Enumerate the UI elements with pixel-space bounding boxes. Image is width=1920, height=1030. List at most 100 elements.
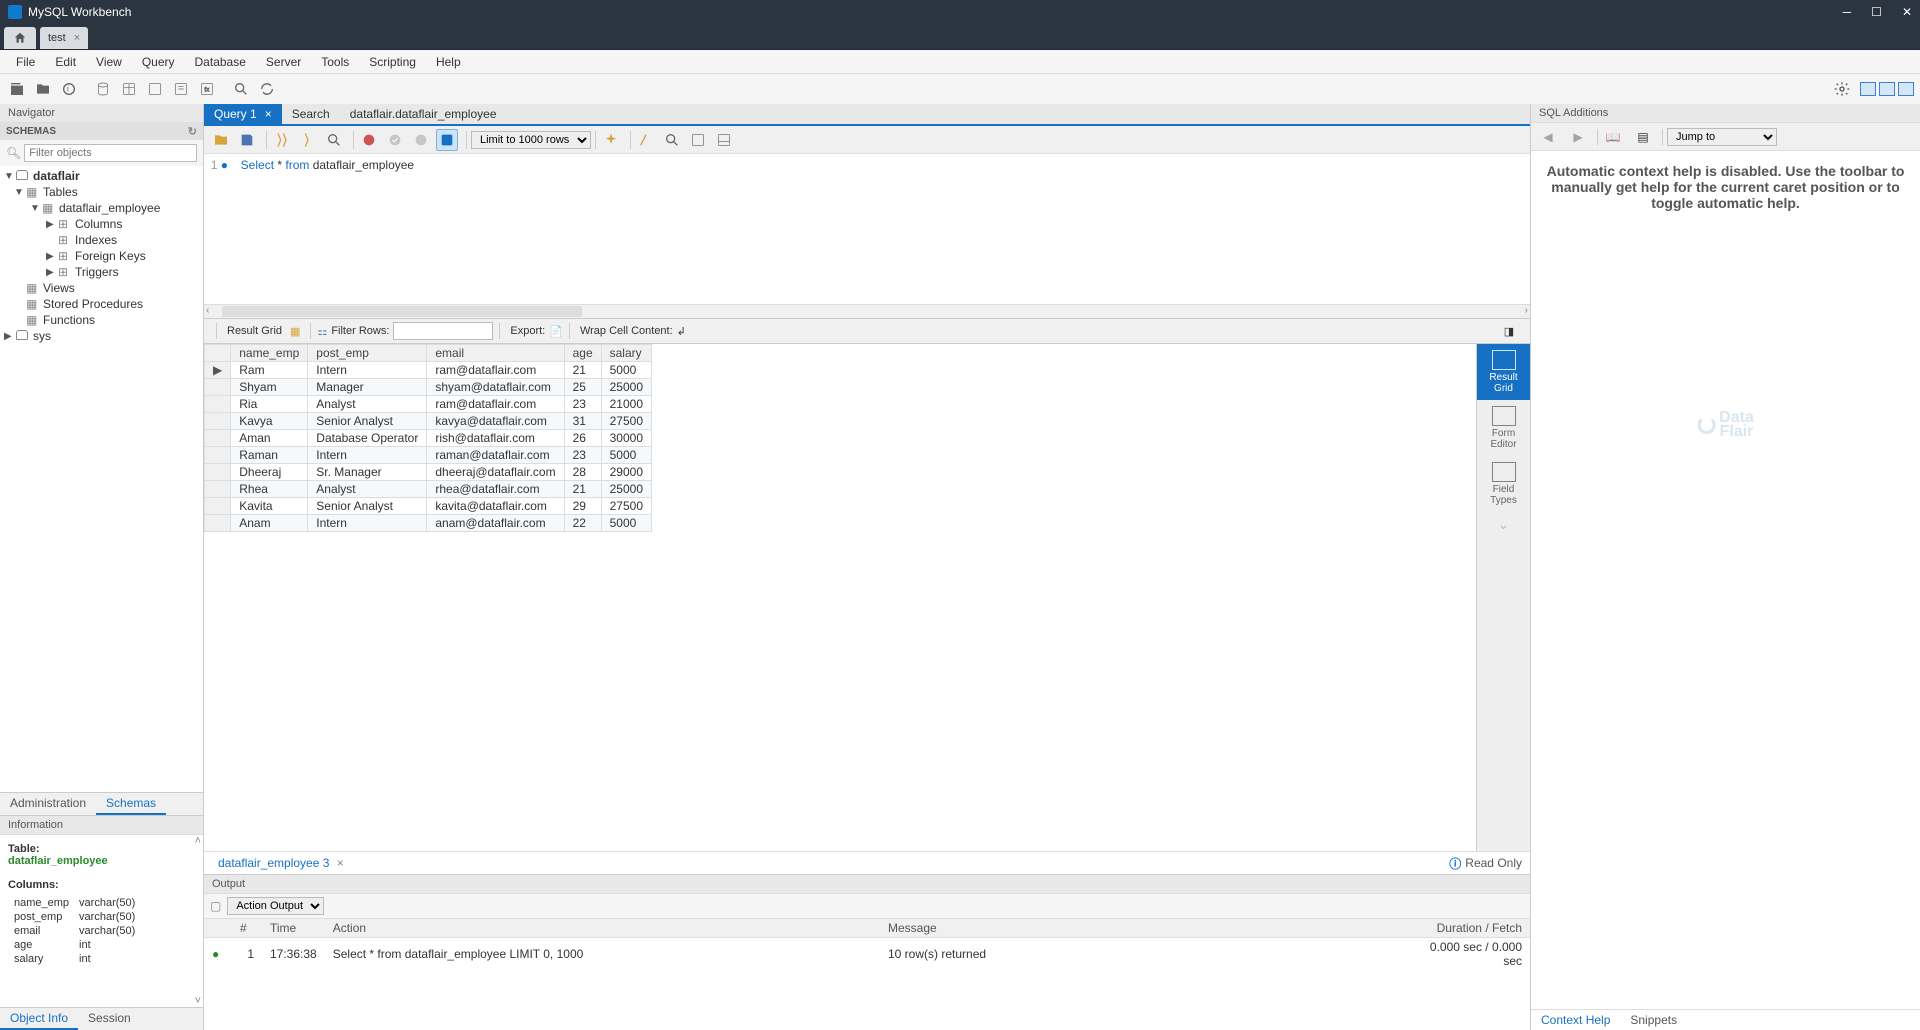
result-tab[interactable]: dataflair_employee 3 × [212, 854, 350, 872]
tree-columns[interactable]: ▶⊞Columns [0, 216, 203, 232]
new-sql-tab-icon[interactable] [6, 78, 28, 100]
sql-editor[interactable]: 1 ● Select * from dataflair_employee [204, 154, 1530, 304]
rollback-icon[interactable] [410, 129, 432, 151]
schema-filter-input[interactable] [24, 144, 197, 162]
wrap-cell-icon[interactable]: ↲ [677, 325, 686, 338]
execute-current-icon[interactable] [297, 129, 319, 151]
editor-tab-search[interactable]: Search [282, 104, 340, 124]
nav-tab-administration[interactable]: Administration [0, 793, 96, 815]
create-fn-icon[interactable]: fx [196, 78, 218, 100]
output-clear-icon[interactable]: ▢ [210, 899, 221, 913]
editor-tab-close[interactable]: × [265, 107, 272, 121]
autocommit-icon[interactable] [436, 129, 458, 151]
side-result-grid[interactable]: Result Grid [1477, 344, 1530, 400]
result-pin-icon[interactable]: ◨ [1498, 320, 1520, 342]
tree-functions[interactable]: ▦Functions [0, 312, 203, 328]
side-form-editor[interactable]: Form Editor [1477, 400, 1530, 456]
execute-icon[interactable] [271, 129, 293, 151]
result-grid[interactable]: name_emppost_empemailagesalary ▶RamInter… [204, 344, 1476, 851]
beautify-icon[interactable] [600, 129, 622, 151]
create-view-icon[interactable] [144, 78, 166, 100]
output-mode-select[interactable]: Action Output [227, 897, 324, 915]
info-tab-objectinfo[interactable]: Object Info [0, 1008, 78, 1030]
commit-icon[interactable] [384, 129, 406, 151]
word-wrap-icon[interactable] [687, 129, 709, 151]
tree-triggers[interactable]: ▶⊞Triggers [0, 264, 203, 280]
editor-tab-tableview[interactable]: dataflair.dataflair_employee [340, 104, 507, 124]
filter-rows-input[interactable] [393, 322, 493, 340]
filter-rows-icon[interactable]: ⚏ [317, 325, 327, 338]
menu-view[interactable]: View [86, 52, 132, 72]
menu-file[interactable]: File [6, 52, 45, 72]
info-scroll-down-icon[interactable]: ˅ [195, 995, 201, 1007]
export-icon[interactable]: 📄 [549, 325, 563, 338]
tree-foreign-keys[interactable]: ▶⊞Foreign Keys [0, 248, 203, 264]
editor-tab-query1[interactable]: Query 1× [204, 104, 282, 124]
toggle-left-panel-icon[interactable] [1860, 82, 1876, 96]
schema-tree[interactable]: ▼dataflair ▼▦Tables ▼▦dataflair_employee… [0, 166, 203, 792]
menu-help[interactable]: Help [426, 52, 471, 72]
menu-tools[interactable]: Tools [311, 52, 359, 72]
explain-icon[interactable] [323, 129, 345, 151]
result-tab-close[interactable]: × [337, 856, 344, 870]
info-tab-session[interactable]: Session [78, 1008, 141, 1030]
output-row[interactable]: ● 1 17:36:38 Select * from dataflair_emp… [204, 938, 1530, 971]
nav-tab-schemas[interactable]: Schemas [96, 793, 166, 815]
editor-hscroll[interactable]: ‹› [204, 304, 1530, 318]
table-row[interactable]: KavyaSenior Analystkavya@dataflair.com31… [205, 413, 652, 430]
additions-help-icon[interactable]: 📖 [1602, 126, 1624, 148]
close-button[interactable]: ✕ [1902, 5, 1912, 19]
create-sp-icon[interactable] [170, 78, 192, 100]
settings-icon[interactable] [1831, 78, 1853, 100]
tree-db-sys[interactable]: ▶sys [0, 328, 203, 344]
tree-table-dataflair-employee[interactable]: ▼▦dataflair_employee [0, 200, 203, 216]
table-row[interactable]: ShyamManagershyam@dataflair.com2525000 [205, 379, 652, 396]
table-row[interactable]: KavitaSenior Analystkavita@dataflair.com… [205, 498, 652, 515]
table-row[interactable]: RiaAnalystram@dataflair.com2321000 [205, 396, 652, 413]
connection-tab-test[interactable]: test × [40, 27, 88, 49]
search-icon[interactable] [230, 78, 252, 100]
menu-database[interactable]: Database [185, 52, 256, 72]
menu-query[interactable]: Query [132, 52, 185, 72]
additions-auto-icon[interactable]: ▤ [1632, 126, 1654, 148]
create-schema-icon[interactable] [92, 78, 114, 100]
create-table-icon[interactable] [118, 78, 140, 100]
table-row[interactable]: AnamInternanam@dataflair.com225000 [205, 515, 652, 532]
additions-forward-icon[interactable]: ▶ [1567, 126, 1589, 148]
menu-edit[interactable]: Edit [45, 52, 86, 72]
additions-back-icon[interactable]: ◀ [1537, 126, 1559, 148]
tree-indexes[interactable]: ⊞Indexes [0, 232, 203, 248]
menu-scripting[interactable]: Scripting [359, 52, 426, 72]
tree-stored-procedures[interactable]: ▦Stored Procedures [0, 296, 203, 312]
home-tab[interactable] [4, 27, 36, 49]
tree-views[interactable]: ▦Views [0, 280, 203, 296]
table-row[interactable]: AmanDatabase Operatorrish@dataflair.com2… [205, 430, 652, 447]
table-row[interactable]: RamanInternraman@dataflair.com235000 [205, 447, 652, 464]
reconnect-icon[interactable] [256, 78, 278, 100]
info-scroll-up-icon[interactable]: ˄ [195, 835, 201, 847]
additions-tab-context[interactable]: Context Help [1531, 1010, 1620, 1030]
toggle-invisible-icon[interactable] [661, 129, 683, 151]
minimize-button[interactable]: ─ [1843, 5, 1852, 19]
menu-server[interactable]: Server [256, 52, 311, 72]
save-icon[interactable] [236, 129, 258, 151]
find-icon[interactable] [635, 129, 657, 151]
maximize-button[interactable]: ☐ [1871, 5, 1882, 19]
table-row[interactable]: DheerajSr. Managerdheeraj@dataflair.com2… [205, 464, 652, 481]
additions-tab-snippets[interactable]: Snippets [1620, 1010, 1687, 1030]
limit-rows-select[interactable]: Limit to 1000 rows [471, 131, 591, 149]
toggle-panel-icon[interactable] [713, 129, 735, 151]
side-field-types[interactable]: Field Types [1477, 456, 1530, 512]
toggle-bottom-panel-icon[interactable] [1879, 82, 1895, 96]
additions-jumpto-select[interactable]: Jump to [1667, 128, 1777, 146]
side-scroll-down-icon[interactable]: ⌄ [1498, 516, 1510, 533]
open-sql-file-icon[interactable] [32, 78, 54, 100]
stop-icon[interactable] [358, 129, 380, 151]
schemas-refresh-icon[interactable]: ↻ [188, 125, 197, 138]
tree-db-dataflair[interactable]: ▼dataflair [0, 168, 203, 184]
table-row[interactable]: RheaAnalystrhea@dataflair.com2125000 [205, 481, 652, 498]
open-file-icon[interactable] [210, 129, 232, 151]
tree-tables[interactable]: ▼▦Tables [0, 184, 203, 200]
inspect-icon[interactable]: i [58, 78, 80, 100]
connection-tab-close[interactable]: × [74, 32, 80, 44]
